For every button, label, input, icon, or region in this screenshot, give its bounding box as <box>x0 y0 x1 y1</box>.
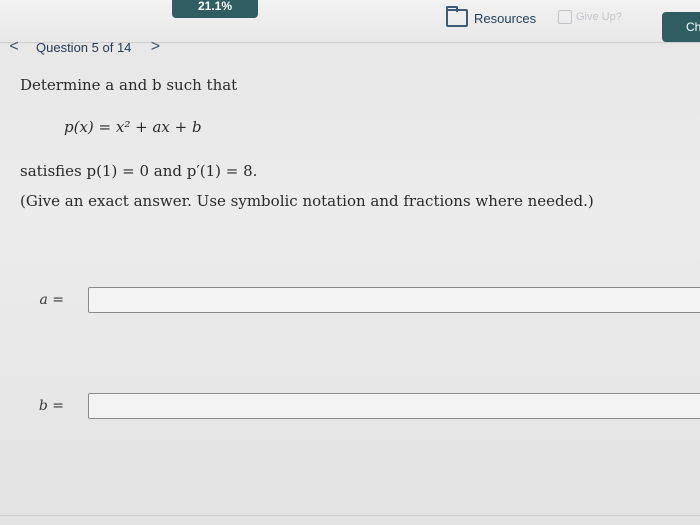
next-question-button[interactable]: > <box>145 38 165 56</box>
progress-indicator: 21.1% <box>172 0 258 18</box>
question-navigation: < Question 5 of 14 > <box>0 34 700 60</box>
folder-icon <box>446 6 468 27</box>
problem-instruction: (Give an exact answer. Use symbolic nota… <box>20 192 594 210</box>
answer-input-b[interactable] <box>88 393 700 419</box>
previous-question-button[interactable]: < <box>4 38 24 56</box>
question-counter: Question 5 of 14 <box>36 39 132 55</box>
resources-button[interactable]: Resources <box>446 6 536 30</box>
give-up-button[interactable]: Give Up? <box>558 10 622 24</box>
give-up-label: Give Up? <box>576 11 622 23</box>
answer-label-a: a = <box>39 292 64 308</box>
answer-label-b: b = <box>38 398 64 414</box>
footer-divider <box>0 515 700 516</box>
problem-prompt: Determine a and b such that <box>20 76 238 94</box>
problem-equation: p(x) = x² + ax + b <box>64 118 202 136</box>
give-up-icon <box>558 10 572 24</box>
answer-row-a: a = <box>4 287 700 313</box>
resources-label: Resources <box>474 10 537 26</box>
answer-row-b: b = <box>4 393 700 419</box>
problem-condition: satisfies p(1) = 0 and p′(1) = 8. <box>20 162 258 180</box>
answer-input-a[interactable] <box>88 287 700 313</box>
